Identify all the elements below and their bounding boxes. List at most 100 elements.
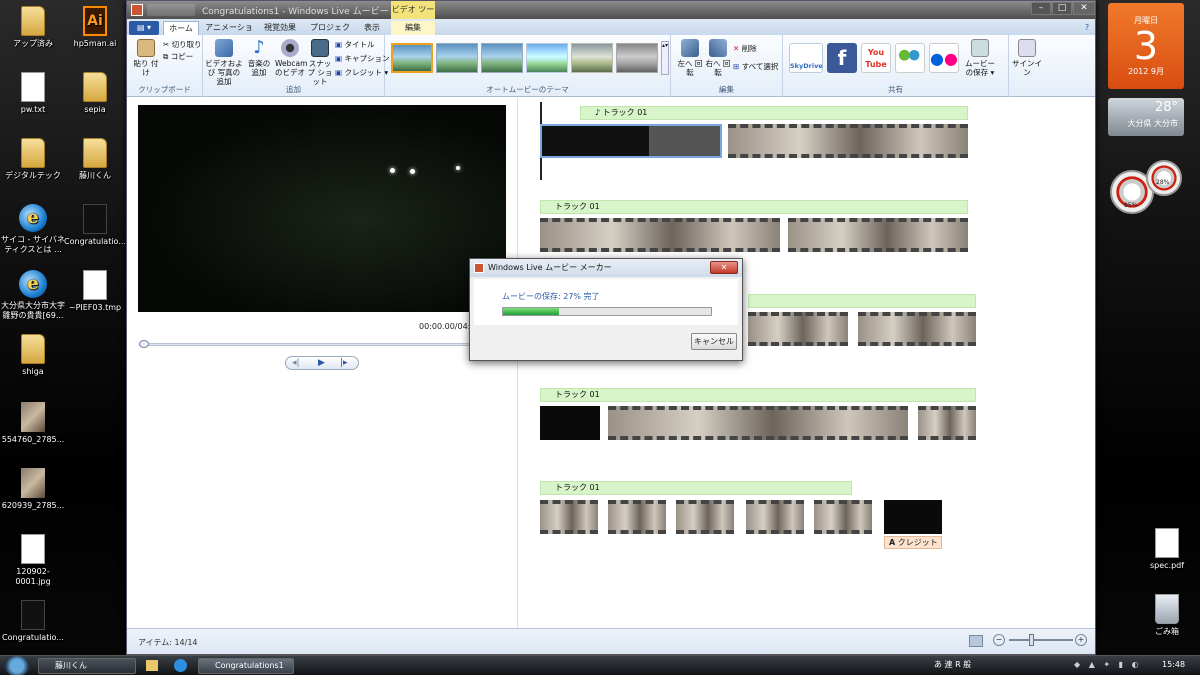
add-music-button[interactable]: ♪ 音楽の 追加 (245, 39, 273, 78)
theme-thumbnail[interactable] (391, 43, 433, 73)
clip[interactable] (540, 124, 722, 158)
recycle-bin[interactable]: ごみ箱 (1134, 594, 1200, 637)
tray-icons[interactable]: ◆ ▲ ✦ ▮ ◐ (1074, 660, 1152, 671)
minimize-button[interactable]: – (1031, 2, 1051, 15)
desktop-icon[interactable]: デジタルテック (0, 138, 66, 181)
clip[interactable] (814, 500, 872, 534)
maximize-button[interactable]: □ (1052, 2, 1072, 15)
memory-meter-gadget[interactable]: 28% (1146, 160, 1182, 196)
desktop-icon[interactable]: sepia (62, 72, 128, 115)
clip[interactable] (728, 124, 968, 158)
theme-thumbnail[interactable] (526, 43, 568, 73)
desktop-icon[interactable]: 藤川くん (62, 138, 128, 181)
tab-edit[interactable]: 編集 (391, 21, 435, 35)
desktop-icon[interactable]: Congratulatio... (0, 600, 66, 643)
zoom-out-button[interactable]: − (993, 634, 1005, 646)
clip[interactable] (858, 312, 976, 346)
save-movie-button[interactable]: ムービー の保存 ▾ (963, 39, 997, 77)
caption-track[interactable] (748, 294, 976, 308)
desktop-icon[interactable]: 620939_2785... (0, 468, 66, 511)
clip[interactable] (608, 500, 666, 534)
caption-button[interactable]: ▣ キャプション (335, 53, 389, 65)
play-button[interactable]: ▶ (318, 358, 325, 368)
signin-button[interactable]: サインイン (1011, 39, 1043, 77)
rotate-right-button[interactable]: 右へ 回転 (705, 39, 731, 77)
ie-pin-icon[interactable] (174, 659, 187, 672)
desktop-icon[interactable]: e サイコ - サイバネ ティクスとは ... (0, 204, 66, 255)
next-frame-button[interactable]: |▸ (340, 358, 348, 368)
add-video-photo-button[interactable]: ビデオおよび 写真の追加 (205, 39, 243, 86)
groups-share-icon[interactable] (895, 43, 925, 73)
seek-bar[interactable] (139, 343, 507, 346)
desktop-icon[interactable]: Ai hp5man.ai (62, 6, 128, 49)
theme-thumbnail[interactable] (481, 43, 523, 73)
music-track[interactable]: ♪ トラック 01 (580, 106, 968, 120)
app-menu-button[interactable]: ▤ ▾ (129, 21, 159, 35)
video-preview[interactable] (138, 105, 506, 312)
webcam-button[interactable]: Webcam のビデオ (275, 39, 307, 77)
zoom-in-button[interactable]: + (1075, 634, 1087, 646)
clip[interactable] (540, 218, 780, 252)
credit-track[interactable]: A クレジット (884, 536, 942, 549)
desktop-icon[interactable]: e 大分県大分市大字 雛野の貴貴[69... (0, 270, 66, 321)
youtube-button[interactable]: You Tube (861, 43, 891, 73)
clip[interactable] (608, 406, 908, 440)
credit-button[interactable]: ▣ クレジット ▾ (335, 67, 388, 79)
snapshot-button[interactable]: スナップ ショット (307, 39, 333, 86)
calendar-gadget[interactable]: 月曜日 3 2012 9月 (1108, 3, 1184, 89)
desktop-icon[interactable]: アップ済み (0, 6, 66, 49)
flickr-icon[interactable]: ●● (929, 43, 959, 73)
ime-bar[interactable]: あ 連 R 般 (934, 659, 971, 670)
desktop-icon[interactable]: pw.txt (0, 72, 66, 115)
clip[interactable] (748, 312, 848, 346)
tab-visual-effects[interactable]: 視覚効果 (259, 21, 301, 35)
delete-button[interactable]: ✕ 削除 (733, 43, 757, 55)
clip[interactable] (540, 500, 598, 534)
explorer-pin-icon[interactable] (146, 660, 158, 671)
start-button[interactable] (4, 656, 30, 675)
desktop-icon[interactable]: Congratulatio... (62, 204, 128, 247)
thumbnail-size-icon[interactable] (969, 635, 983, 647)
zoom-slider-thumb[interactable] (1029, 634, 1034, 646)
cut-button[interactable]: ✂ 切り取り (163, 39, 202, 51)
clip[interactable] (746, 500, 804, 534)
desktop-icon[interactable]: spec.pdf (1134, 528, 1200, 571)
clip[interactable] (884, 500, 942, 534)
weather-gadget[interactable]: 28° 大分県 大分市 (1108, 98, 1184, 136)
copy-button[interactable]: ⧉ コピー (163, 51, 193, 63)
caption-track[interactable]: トラック 01 (540, 200, 968, 214)
theme-gallery-scroll[interactable]: ▴▾ (661, 41, 669, 75)
desktop-icon[interactable]: ~PIEF03.tmp (62, 270, 128, 313)
clock[interactable]: 15:48 (1162, 660, 1185, 669)
select-all-button[interactable]: ⊞ すべて選択 (733, 61, 778, 73)
title-button[interactable]: ▣ タイトル (335, 39, 374, 51)
tab-animation[interactable]: アニメーション (203, 21, 255, 46)
dialog-close-button[interactable]: ✕ (710, 261, 738, 274)
skydrive-button[interactable]: SkyDrive (789, 43, 823, 73)
tab-view[interactable]: 表示 (355, 21, 389, 35)
rotate-left-button[interactable]: 左へ 回転 (677, 39, 703, 77)
zoom-slider[interactable] (1009, 639, 1073, 641)
desktop-icon[interactable]: shiga (0, 334, 66, 377)
clip[interactable] (788, 218, 968, 252)
theme-thumbnail[interactable] (571, 43, 613, 73)
clip[interactable] (676, 500, 734, 534)
quick-access-toolbar[interactable] (147, 4, 195, 16)
help-icon[interactable]: ? (1081, 21, 1093, 35)
paste-button[interactable]: 貼り 付け (133, 39, 159, 77)
desktop-icon[interactable]: 120902-0001.jpg (0, 534, 66, 587)
desktop-icon[interactable]: 554760_2785... (0, 402, 66, 445)
clip[interactable] (918, 406, 976, 440)
previous-frame-button[interactable]: ◂| (292, 358, 300, 368)
theme-thumbnail[interactable] (616, 43, 658, 73)
tab-home[interactable]: ホーム (163, 21, 199, 35)
tab-project[interactable]: プロジェクト (307, 21, 353, 46)
theme-thumbnail[interactable] (436, 43, 478, 73)
taskbar-item-folder[interactable]: 藤川くん (38, 658, 136, 674)
cancel-button[interactable]: キャンセル (691, 333, 737, 350)
caption-track[interactable]: トラック 01 (540, 481, 852, 495)
caption-track[interactable]: トラック 01 (540, 388, 976, 402)
clip[interactable] (540, 406, 600, 440)
seek-thumb[interactable] (139, 340, 149, 348)
close-button[interactable]: ✕ (1073, 2, 1095, 15)
